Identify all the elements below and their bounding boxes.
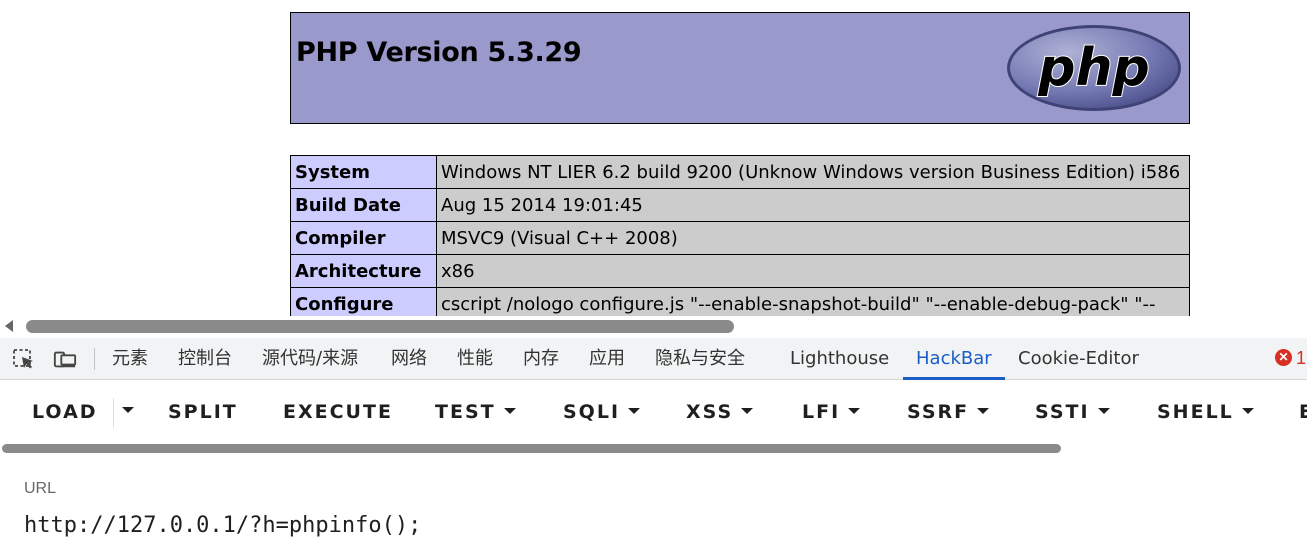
inspect-element-icon[interactable] bbox=[12, 348, 36, 370]
test-menu-button[interactable]: TEST bbox=[435, 380, 516, 444]
hackbar-toolbar: LOAD SPLIT EXECUTE TEST SQLI XSS LFI SSR… bbox=[0, 380, 1307, 444]
ssti-menu-button[interactable]: SSTI bbox=[1035, 380, 1110, 444]
url-input[interactable] bbox=[22, 508, 1226, 542]
url-label: URL bbox=[24, 480, 57, 497]
row-value: Windows NT LIER 6.2 build 9200 (Unknow W… bbox=[436, 155, 1190, 189]
table-row: System Windows NT LIER 6.2 build 9200 (U… bbox=[290, 155, 1190, 189]
table-row: Architecture x86 bbox=[290, 254, 1190, 288]
row-value: x86 bbox=[436, 254, 1190, 288]
php-logo-text: php bbox=[1037, 38, 1149, 98]
overflow-menu-button[interactable]: E bbox=[1299, 380, 1307, 444]
row-value: Aug 15 2014 19:01:45 bbox=[436, 188, 1190, 222]
load-button[interactable]: LOAD bbox=[32, 380, 98, 444]
tab-hackbar[interactable]: HackBar bbox=[903, 338, 1005, 380]
split-button[interactable]: SPLIT bbox=[168, 380, 238, 444]
tab-application[interactable]: 应用 bbox=[589, 338, 625, 380]
shell-label: SHELL bbox=[1157, 401, 1234, 423]
chevron-down-icon bbox=[122, 406, 134, 413]
ssrf-label: SSRF bbox=[907, 401, 970, 423]
table-row: Compiler MSVC9 (Visual C++ 2008) bbox=[290, 221, 1190, 255]
split-label: SPLIT bbox=[168, 401, 238, 423]
row-label: System bbox=[290, 155, 437, 189]
scroll-left-arrow-icon[interactable] bbox=[5, 320, 13, 332]
row-value: MSVC9 (Visual C++ 2008) bbox=[436, 221, 1190, 255]
chevron-down-icon bbox=[848, 407, 861, 414]
load-label: LOAD bbox=[32, 401, 98, 423]
tab-network[interactable]: 网络 bbox=[391, 338, 427, 380]
php-logo: php bbox=[1007, 25, 1181, 111]
tab-memory[interactable]: 内存 bbox=[523, 338, 559, 380]
tab-performance[interactable]: 性能 bbox=[457, 338, 493, 380]
page-title: PHP Version 5.3.29 bbox=[296, 37, 582, 68]
lfi-label: LFI bbox=[802, 401, 841, 423]
scrollbar-thumb[interactable] bbox=[26, 320, 734, 333]
test-label: TEST bbox=[435, 401, 496, 423]
chevron-down-icon bbox=[503, 407, 516, 414]
phpinfo-table: System Windows NT LIER 6.2 build 9200 (U… bbox=[290, 155, 1190, 316]
lfi-menu-button[interactable]: LFI bbox=[802, 380, 861, 444]
execute-button[interactable]: EXECUTE bbox=[283, 380, 393, 444]
table-row: Build Date Aug 15 2014 19:01:45 bbox=[290, 188, 1190, 222]
devtools-tabbar: 元素 控制台 源代码/来源 网络 性能 内存 应用 隐私与安全 Lighthou… bbox=[0, 338, 1307, 380]
toolbar-divider bbox=[94, 348, 95, 370]
tab-elements[interactable]: 元素 bbox=[112, 338, 148, 380]
error-icon[interactable]: ✕ bbox=[1275, 349, 1292, 366]
sqli-menu-button[interactable]: SQLI bbox=[563, 380, 641, 444]
tab-cookie-editor[interactable]: Cookie-Editor bbox=[1018, 338, 1139, 380]
ssti-label: SSTI bbox=[1035, 401, 1090, 423]
phpinfo-page: PHP Version 5.3.29 php System Windows NT… bbox=[0, 0, 1307, 316]
hackbar-horizontal-scrollbar[interactable] bbox=[0, 444, 1307, 454]
chevron-down-icon bbox=[1097, 407, 1110, 414]
php-header: PHP Version 5.3.29 php bbox=[290, 12, 1190, 124]
chevron-down-icon bbox=[1241, 407, 1254, 414]
load-options-button[interactable] bbox=[122, 380, 134, 444]
sqli-label: SQLI bbox=[563, 401, 621, 423]
row-label: Architecture bbox=[290, 254, 437, 288]
toolbar-divider bbox=[113, 398, 114, 428]
execute-label: EXECUTE bbox=[283, 401, 393, 423]
error-count[interactable]: 1 bbox=[1296, 338, 1306, 378]
table-row: Configure cscript /nologo configure.js "… bbox=[290, 287, 1190, 316]
scrollbar-thumb[interactable] bbox=[2, 444, 1061, 453]
row-label: Compiler bbox=[290, 221, 437, 255]
page-horizontal-scrollbar[interactable] bbox=[0, 316, 1307, 338]
tab-lighthouse[interactable]: Lighthouse bbox=[790, 338, 889, 380]
tab-sources[interactable]: 源代码/来源 bbox=[262, 338, 358, 380]
tab-console[interactable]: 控制台 bbox=[178, 338, 232, 380]
shell-menu-button[interactable]: SHELL bbox=[1157, 380, 1254, 444]
xss-label: XSS bbox=[686, 401, 734, 423]
chevron-down-icon bbox=[741, 407, 754, 414]
tab-privacy-security[interactable]: 隐私与安全 bbox=[655, 338, 745, 380]
row-value: cscript /nologo configure.js "--enable-s… bbox=[436, 287, 1190, 316]
chevron-down-icon bbox=[977, 407, 990, 414]
row-label: Build Date bbox=[290, 188, 437, 222]
ssrf-menu-button[interactable]: SSRF bbox=[907, 380, 990, 444]
row-label: Configure bbox=[290, 287, 437, 316]
device-toolbar-icon[interactable] bbox=[53, 348, 77, 370]
chevron-down-icon bbox=[628, 407, 641, 414]
xss-menu-button[interactable]: XSS bbox=[686, 380, 754, 444]
overflow-label: E bbox=[1299, 401, 1307, 423]
